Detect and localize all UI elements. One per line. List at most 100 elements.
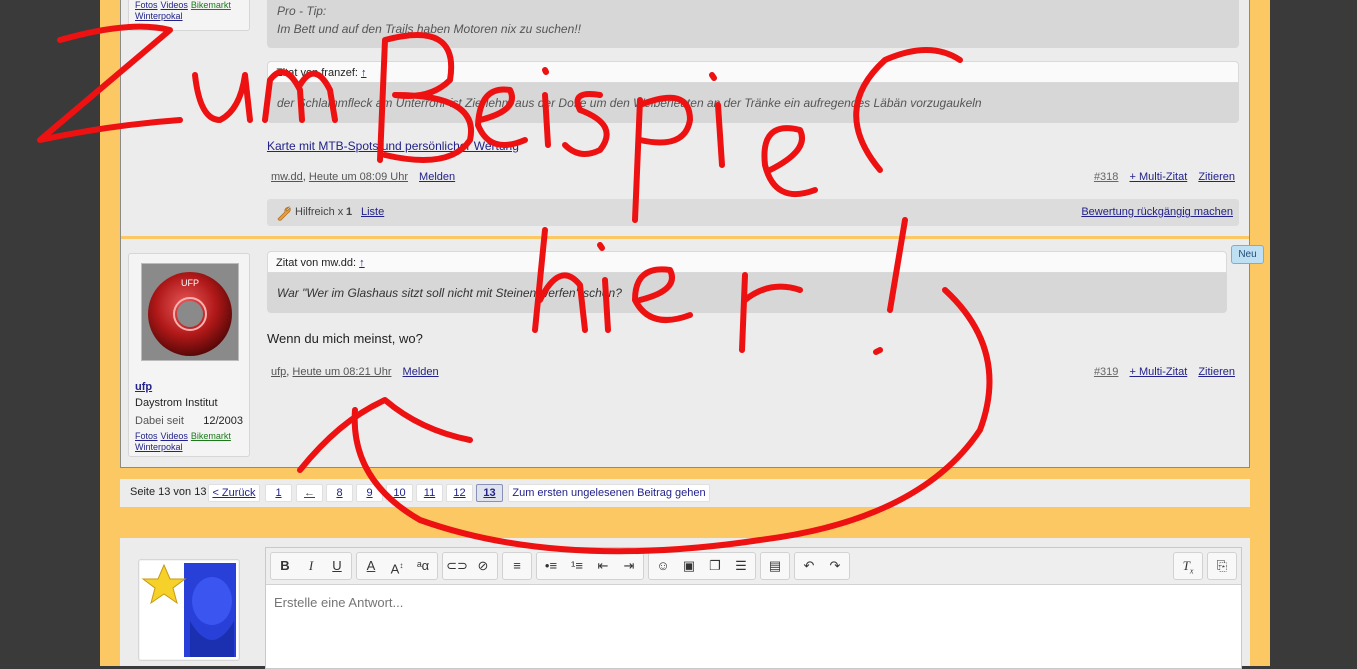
reply-textarea[interactable] [266, 585, 1241, 668]
font-size-icon[interactable]: A↕ [384, 553, 410, 579]
page-10[interactable]: 10 [386, 484, 413, 502]
page-jump[interactable]: ← [296, 484, 323, 502]
user-link-winterpokal[interactable]: Winterpokal [135, 11, 183, 21]
page-11[interactable]: 11 [416, 484, 443, 502]
quote-button[interactable]: Zitieren [1198, 171, 1235, 183]
quote-text: Pro - Tip: Im Bett und auf den Trails ha… [267, 0, 1239, 48]
author-link[interactable]: ufp [271, 366, 286, 378]
user-link-winterpokal[interactable]: Winterpokal [135, 442, 183, 452]
insert-group: ☺ ▣ ❐ ☰ [648, 552, 756, 580]
post-time[interactable]: Heute um 08:09 Uhr [309, 171, 408, 183]
report-link[interactable]: Melden [419, 171, 455, 183]
avatar[interactable]: UFP [141, 263, 239, 361]
report-link[interactable]: Melden [403, 366, 439, 378]
quote-source-link[interactable]: ↑ [361, 67, 367, 79]
post-number[interactable]: #318 [1094, 171, 1118, 183]
smiley-icon[interactable]: ☺ [650, 553, 676, 579]
prev-page-button[interactable]: < Zurück [208, 484, 260, 502]
format-group: B I U [270, 552, 352, 580]
italic-icon[interactable]: I [298, 553, 324, 579]
multi-quote-button[interactable]: + Multi-Zitat [1129, 366, 1187, 378]
remove-format-icon[interactable]: Tx [1175, 553, 1201, 579]
link-icon[interactable]: ⊂⊃ [444, 553, 470, 579]
reply-avatar-box [138, 559, 240, 661]
user-info-box: UFP ufp Daystrom Institut Dabei seit 12/… [128, 253, 250, 457]
page-13-current[interactable]: 13 [476, 484, 503, 502]
insert-icon[interactable]: ☰ [728, 553, 754, 579]
quote-line-1: Pro - Tip: [277, 4, 327, 18]
new-post-badge: Neu [1231, 245, 1264, 264]
wrench-icon [277, 206, 291, 221]
user-link-bikemarkt[interactable]: Bikemarkt [191, 431, 231, 441]
quote-header: Zitat von mw.dd: ↑ [267, 251, 1227, 273]
post-meta: ufp, Heute um 08:21 Uhr Melden [271, 366, 439, 378]
text-color-icon[interactable]: A [358, 553, 384, 579]
joined-value: 12/2003 [203, 415, 243, 427]
quote-header: Zitat von franzef: ↑ [267, 61, 1239, 83]
image-icon[interactable]: ▣ [676, 553, 702, 579]
bold-icon[interactable]: B [272, 553, 298, 579]
font-group: A A↕ ᵃα [356, 552, 438, 580]
page-navigation: Seite 13 von 13 < Zurück 1 ← 8 9 10 11 1… [120, 479, 1250, 507]
thread-posts: Fotos Videos Bikemarkt Winterpokal Pro - T… [120, 0, 1250, 468]
save-draft-icon[interactable]: ▤ [762, 553, 788, 579]
user-link-videos[interactable]: Videos [161, 0, 188, 10]
username-link[interactable]: ufp [135, 381, 152, 393]
user-link-fotos[interactable]: Fotos [135, 0, 158, 10]
quick-reply: B I U A A↕ ᵃα ⊂⊃ ⊘ ≡ •≡ ¹≡ ⇤ ⇥ ☺ ▣ ❐ ☰ ▤… [120, 538, 1250, 669]
author-link[interactable]: mw.dd [271, 171, 303, 183]
page-1[interactable]: 1 [265, 484, 292, 502]
signature-link[interactable]: Karte mit MTB-Spots und persönlicher Wer… [267, 139, 519, 153]
font-family-icon[interactable]: ᵃα [410, 553, 436, 579]
clear-group: Tx [1173, 552, 1203, 580]
post-number[interactable]: #319 [1094, 366, 1118, 378]
message-text: Wenn du mich meinst, wo? [267, 331, 423, 346]
history-group: ↶ ↷ [794, 552, 850, 580]
number-list-icon[interactable]: ¹≡ [564, 553, 590, 579]
align-icon[interactable]: ≡ [504, 553, 530, 579]
post-time[interactable]: Heute um 08:21 Uhr [292, 366, 391, 378]
user-link-videos[interactable]: Videos [161, 431, 188, 441]
post-controls: #318 + Multi-Zitat Zitieren [1086, 171, 1235, 183]
quote-text: der Schlammfleck am Unterrohr ist Zierle… [267, 83, 1239, 123]
svg-text:UFP: UFP [181, 278, 199, 288]
quote-source-link[interactable]: ↑ [359, 257, 365, 269]
user-info-box: Fotos Videos Bikemarkt Winterpokal [128, 0, 250, 31]
page-label: Seite 13 von 13 [130, 486, 207, 498]
outdent-icon[interactable]: ⇤ [590, 553, 616, 579]
align-group: ≡ [502, 552, 532, 580]
quote-block: Pro - Tip: Im Bett und auf den Trails ha… [267, 0, 1239, 48]
quote-line-2: Im Bett und auf den Trails haben Motoren… [277, 22, 581, 36]
page-12[interactable]: 12 [446, 484, 473, 502]
undo-icon[interactable]: ↶ [796, 553, 822, 579]
page-9[interactable]: 9 [356, 484, 383, 502]
post-318: Fotos Videos Bikemarkt Winterpokal Pro - T… [121, 0, 1249, 239]
helpful-label: Hilfreich x [295, 206, 344, 218]
joined-label: Dabei seit [135, 415, 184, 427]
user-title: Daystrom Institut [135, 397, 218, 409]
save-group: ▤ [760, 552, 790, 580]
list-group: •≡ ¹≡ ⇤ ⇥ [536, 552, 644, 580]
likes-bar: Hilfreich x 1 Liste Bewertung rückgängig… [267, 199, 1239, 226]
toggle-bbcode-icon[interactable]: ⎘ [1209, 553, 1235, 579]
underline-icon[interactable]: U [324, 553, 350, 579]
first-unread-link[interactable]: Zum ersten ungelesenen Beitrag gehen [508, 484, 710, 502]
quote-text: War "Wer im Glashaus sitzt soll nicht mi… [267, 273, 1227, 313]
user-link-fotos[interactable]: Fotos [135, 431, 158, 441]
undo-rating-link[interactable]: Bewertung rückgängig machen [1081, 206, 1233, 218]
indent-icon[interactable]: ⇥ [616, 553, 642, 579]
user-links: Fotos Videos Bikemarkt Winterpokal [135, 0, 245, 22]
post-controls: #319 + Multi-Zitat Zitieren [1086, 366, 1235, 378]
redo-icon[interactable]: ↷ [822, 553, 848, 579]
quote-button[interactable]: Zitieren [1198, 366, 1235, 378]
page-8[interactable]: 8 [326, 484, 353, 502]
quote-block-franzef: Zitat von franzef: ↑ der Schlammfleck am… [267, 61, 1239, 123]
bullet-list-icon[interactable]: •≡ [538, 553, 564, 579]
media-icon[interactable]: ❐ [702, 553, 728, 579]
multi-quote-button[interactable]: + Multi-Zitat [1129, 171, 1187, 183]
likes-list-link[interactable]: Liste [361, 206, 384, 218]
unlink-icon[interactable]: ⊘ [470, 553, 496, 579]
reply-editor: B I U A A↕ ᵃα ⊂⊃ ⊘ ≡ •≡ ¹≡ ⇤ ⇥ ☺ ▣ ❐ ☰ ▤… [265, 547, 1242, 669]
user-link-bikemarkt[interactable]: Bikemarkt [191, 0, 231, 10]
avatar-image: UFP [142, 264, 238, 360]
